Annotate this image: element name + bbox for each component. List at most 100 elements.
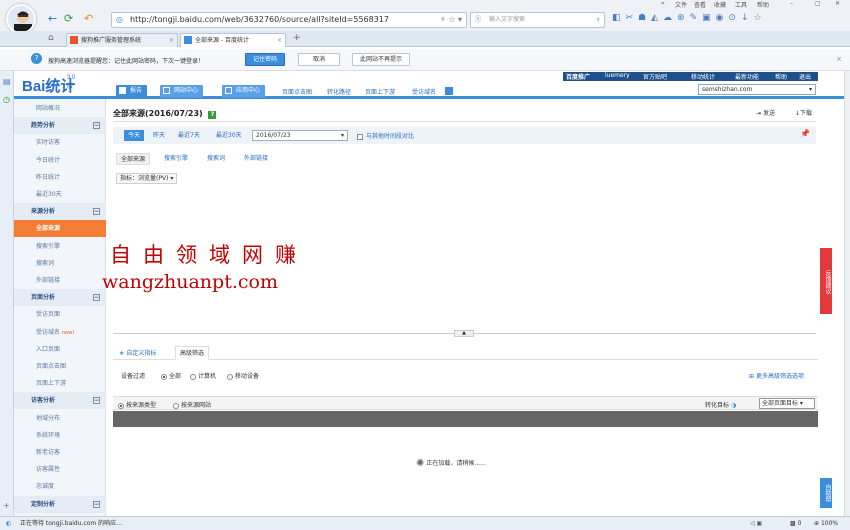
tab-sogou-promo[interactable]: 搜狗推广服务管理系统 × bbox=[66, 33, 178, 47]
sidebar-item[interactable]: 访客属性 bbox=[14, 461, 106, 478]
send-button[interactable]: ⇥ 发送 bbox=[756, 108, 775, 117]
date-input[interactable]: 2016/07/23 ▾ bbox=[252, 130, 348, 141]
date-today-button[interactable]: 今天 bbox=[124, 130, 145, 141]
feedback-button[interactable]: 反馈建议 bbox=[820, 248, 832, 314]
collapse-icon[interactable]: − bbox=[93, 122, 100, 130]
new-tab-icon[interactable]: + bbox=[293, 33, 301, 43]
collapse-icon[interactable]: − bbox=[93, 208, 100, 216]
logout-link[interactable]: 退出 bbox=[799, 72, 811, 81]
toolbar-extension-icons[interactable]: ◧✂☗◭☁⊛✎▣◉⊙↓☆ bbox=[612, 13, 767, 23]
sidebar-item[interactable]: 实时访客 bbox=[14, 134, 106, 151]
help-link[interactable]: 帮助 bbox=[775, 72, 787, 81]
zoom-level[interactable]: ⊕ 100% bbox=[814, 517, 838, 530]
sidebar-item[interactable]: 今日统计 bbox=[14, 152, 106, 169]
compare-checkbox[interactable]: 与其他时间段对比 bbox=[357, 131, 414, 140]
sidebar-item[interactable]: 搜索词 bbox=[14, 255, 106, 272]
close-bar-icon[interactable]: × bbox=[836, 55, 842, 63]
nav-tab-report[interactable]: 报告 bbox=[116, 85, 148, 98]
cancel-button[interactable]: 取消 bbox=[298, 53, 340, 66]
sidebar-item[interactable]: 全部来源 bbox=[14, 220, 106, 238]
device-option-computer[interactable]: 计算机 bbox=[190, 371, 216, 380]
download-button[interactable]: ↓下载 bbox=[795, 108, 812, 117]
nav-link-page-flow[interactable]: 页面上下游 bbox=[365, 87, 395, 96]
sidebar-item[interactable]: 受访页面 bbox=[14, 306, 106, 323]
sidebar-item[interactable]: 页面点击图 bbox=[14, 358, 106, 375]
tab-custom-metrics[interactable]: ★ 自定义指标 bbox=[119, 348, 156, 357]
sidebar-section[interactable]: 趋势分析 − bbox=[14, 117, 106, 135]
minimize-icon[interactable]: – bbox=[790, 0, 793, 7]
menu-favorites[interactable]: 收藏 bbox=[714, 0, 726, 9]
nav-extra-icon[interactable] bbox=[445, 87, 453, 95]
sidebar-item[interactable]: 入口页面 bbox=[14, 341, 106, 358]
mobile-stats-link[interactable]: 移动统计 bbox=[691, 72, 715, 81]
history-icon[interactable]: ◷ bbox=[3, 95, 10, 104]
sidebar-item[interactable]: 搜索引擎 bbox=[14, 238, 106, 255]
sidebar-item[interactable]: 最近30天 bbox=[14, 186, 106, 203]
sidebar-section[interactable]: 来源分析 − bbox=[14, 203, 106, 221]
pin-icon[interactable]: 📌 bbox=[800, 129, 810, 138]
close-window-icon[interactable]: ✕ bbox=[835, 0, 840, 7]
date-last30-button[interactable]: 最近30天 bbox=[216, 130, 242, 141]
sidebar-item[interactable]: 地域分布 bbox=[14, 410, 106, 427]
sidebar-item[interactable]: 受访域名 new! bbox=[14, 324, 106, 341]
user-avatar[interactable] bbox=[6, 4, 36, 34]
sidebar-section[interactable]: 定制分析 − bbox=[14, 495, 106, 513]
sidebar-panel-icon[interactable]: ▤ bbox=[3, 77, 11, 86]
nav-link-conversion-path[interactable]: 转化路径 bbox=[327, 87, 351, 96]
sidebar-item[interactable]: 页面上下游 bbox=[14, 375, 106, 392]
menu-view[interactable]: 查看 bbox=[694, 0, 706, 9]
self-help-button[interactable]: 自助帮 bbox=[820, 478, 832, 508]
username[interactable]: luemery bbox=[605, 72, 630, 79]
tab-search-terms[interactable]: 搜索词 bbox=[203, 153, 229, 165]
sidebar-item[interactable]: 新老访客 bbox=[14, 444, 106, 461]
collapse-handle-icon[interactable]: ▲ bbox=[454, 330, 474, 337]
menu-help[interactable]: 帮助 bbox=[757, 0, 769, 9]
collapse-icon[interactable]: − bbox=[93, 294, 100, 302]
device-option-all[interactable]: 全部 bbox=[161, 371, 181, 380]
nav-tab-site-center[interactable]: 网站中心 bbox=[160, 85, 204, 98]
source-option-site[interactable]: 按来源网站 bbox=[173, 400, 211, 409]
remember-password-button[interactable]: 记住密码 bbox=[245, 53, 285, 66]
nav-tab-app-center[interactable]: 应用中心 bbox=[222, 85, 266, 98]
sidebar-item[interactable]: 外部链接 bbox=[14, 272, 106, 289]
new-features-link[interactable]: 最新功能 bbox=[735, 72, 759, 81]
home-icon[interactable]: ⌂ bbox=[48, 33, 54, 43]
official-forum-link[interactable]: 官方贴吧 bbox=[643, 72, 667, 81]
help-icon[interactable]: ◑ bbox=[731, 402, 736, 409]
tab-advanced-filter[interactable]: 高级筛选 bbox=[175, 346, 210, 360]
site-selector[interactable]: semshizhan.com ▾ bbox=[698, 84, 816, 95]
refresh-icon[interactable]: ⟳ bbox=[64, 12, 73, 26]
date-yesterday-button[interactable]: 昨天 bbox=[153, 130, 165, 141]
add-icon[interactable]: + bbox=[3, 501, 10, 510]
date-last7-button[interactable]: 最近7天 bbox=[178, 130, 200, 141]
conversion-select[interactable]: 全部页面目标 ▾ bbox=[759, 398, 815, 409]
device-option-mobile[interactable]: 移动设备 bbox=[227, 371, 259, 380]
sidebar-section[interactable]: 访客分析 − bbox=[14, 392, 106, 410]
sidebar-item[interactable]: 系统环境 bbox=[14, 427, 106, 444]
metric-selector[interactable]: 指标：浏览量(PV) ▾ bbox=[116, 173, 178, 184]
maximize-icon[interactable]: ▢ bbox=[815, 0, 821, 7]
menu-tools[interactable]: 工具 bbox=[735, 0, 747, 9]
help-icon[interactable]: ? bbox=[208, 111, 217, 119]
undo-icon[interactable]: ↶ bbox=[84, 12, 93, 26]
sidebar-section[interactable]: 页面分析 − bbox=[14, 289, 106, 307]
more-filters-link[interactable]: ⊞ 更多高级筛选选项 bbox=[749, 371, 804, 380]
url-bar[interactable]: ◎ http://tongji.baidu.com/web/3632760/so… bbox=[111, 12, 467, 28]
status-count[interactable]: ▩ 0 bbox=[790, 517, 801, 530]
back-icon[interactable]: ← bbox=[48, 12, 57, 26]
collapse-icon[interactable]: − bbox=[93, 397, 100, 405]
source-option-type[interactable]: 按来源类型 bbox=[118, 400, 156, 409]
baidu-promo-link[interactable]: 百度推广 bbox=[566, 72, 590, 81]
sidebar-item[interactable]: 昨日统计 bbox=[14, 169, 106, 186]
status-tools-icon[interactable]: ◁ ▣ bbox=[750, 517, 762, 530]
tab-all-sources[interactable]: 全部来源 bbox=[116, 153, 151, 165]
never-prompt-button[interactable]: 此网站不再提示 bbox=[352, 53, 410, 66]
url-actions-icon[interactable]: ⚡ ☆ ▾ bbox=[440, 13, 462, 27]
sidebar-item[interactable]: 网站概况 bbox=[14, 100, 106, 117]
close-tab-icon[interactable]: × bbox=[169, 34, 174, 47]
close-tab-icon[interactable]: × bbox=[277, 34, 282, 47]
search-icon[interactable]: ⌕ bbox=[597, 13, 600, 27]
menu-more-icon[interactable]: » bbox=[661, 0, 665, 7]
tab-baidu-tongji[interactable]: 全部来源 - 百度统计 × bbox=[180, 33, 286, 47]
nav-link-click-map[interactable]: 页面点击图 bbox=[282, 87, 312, 96]
